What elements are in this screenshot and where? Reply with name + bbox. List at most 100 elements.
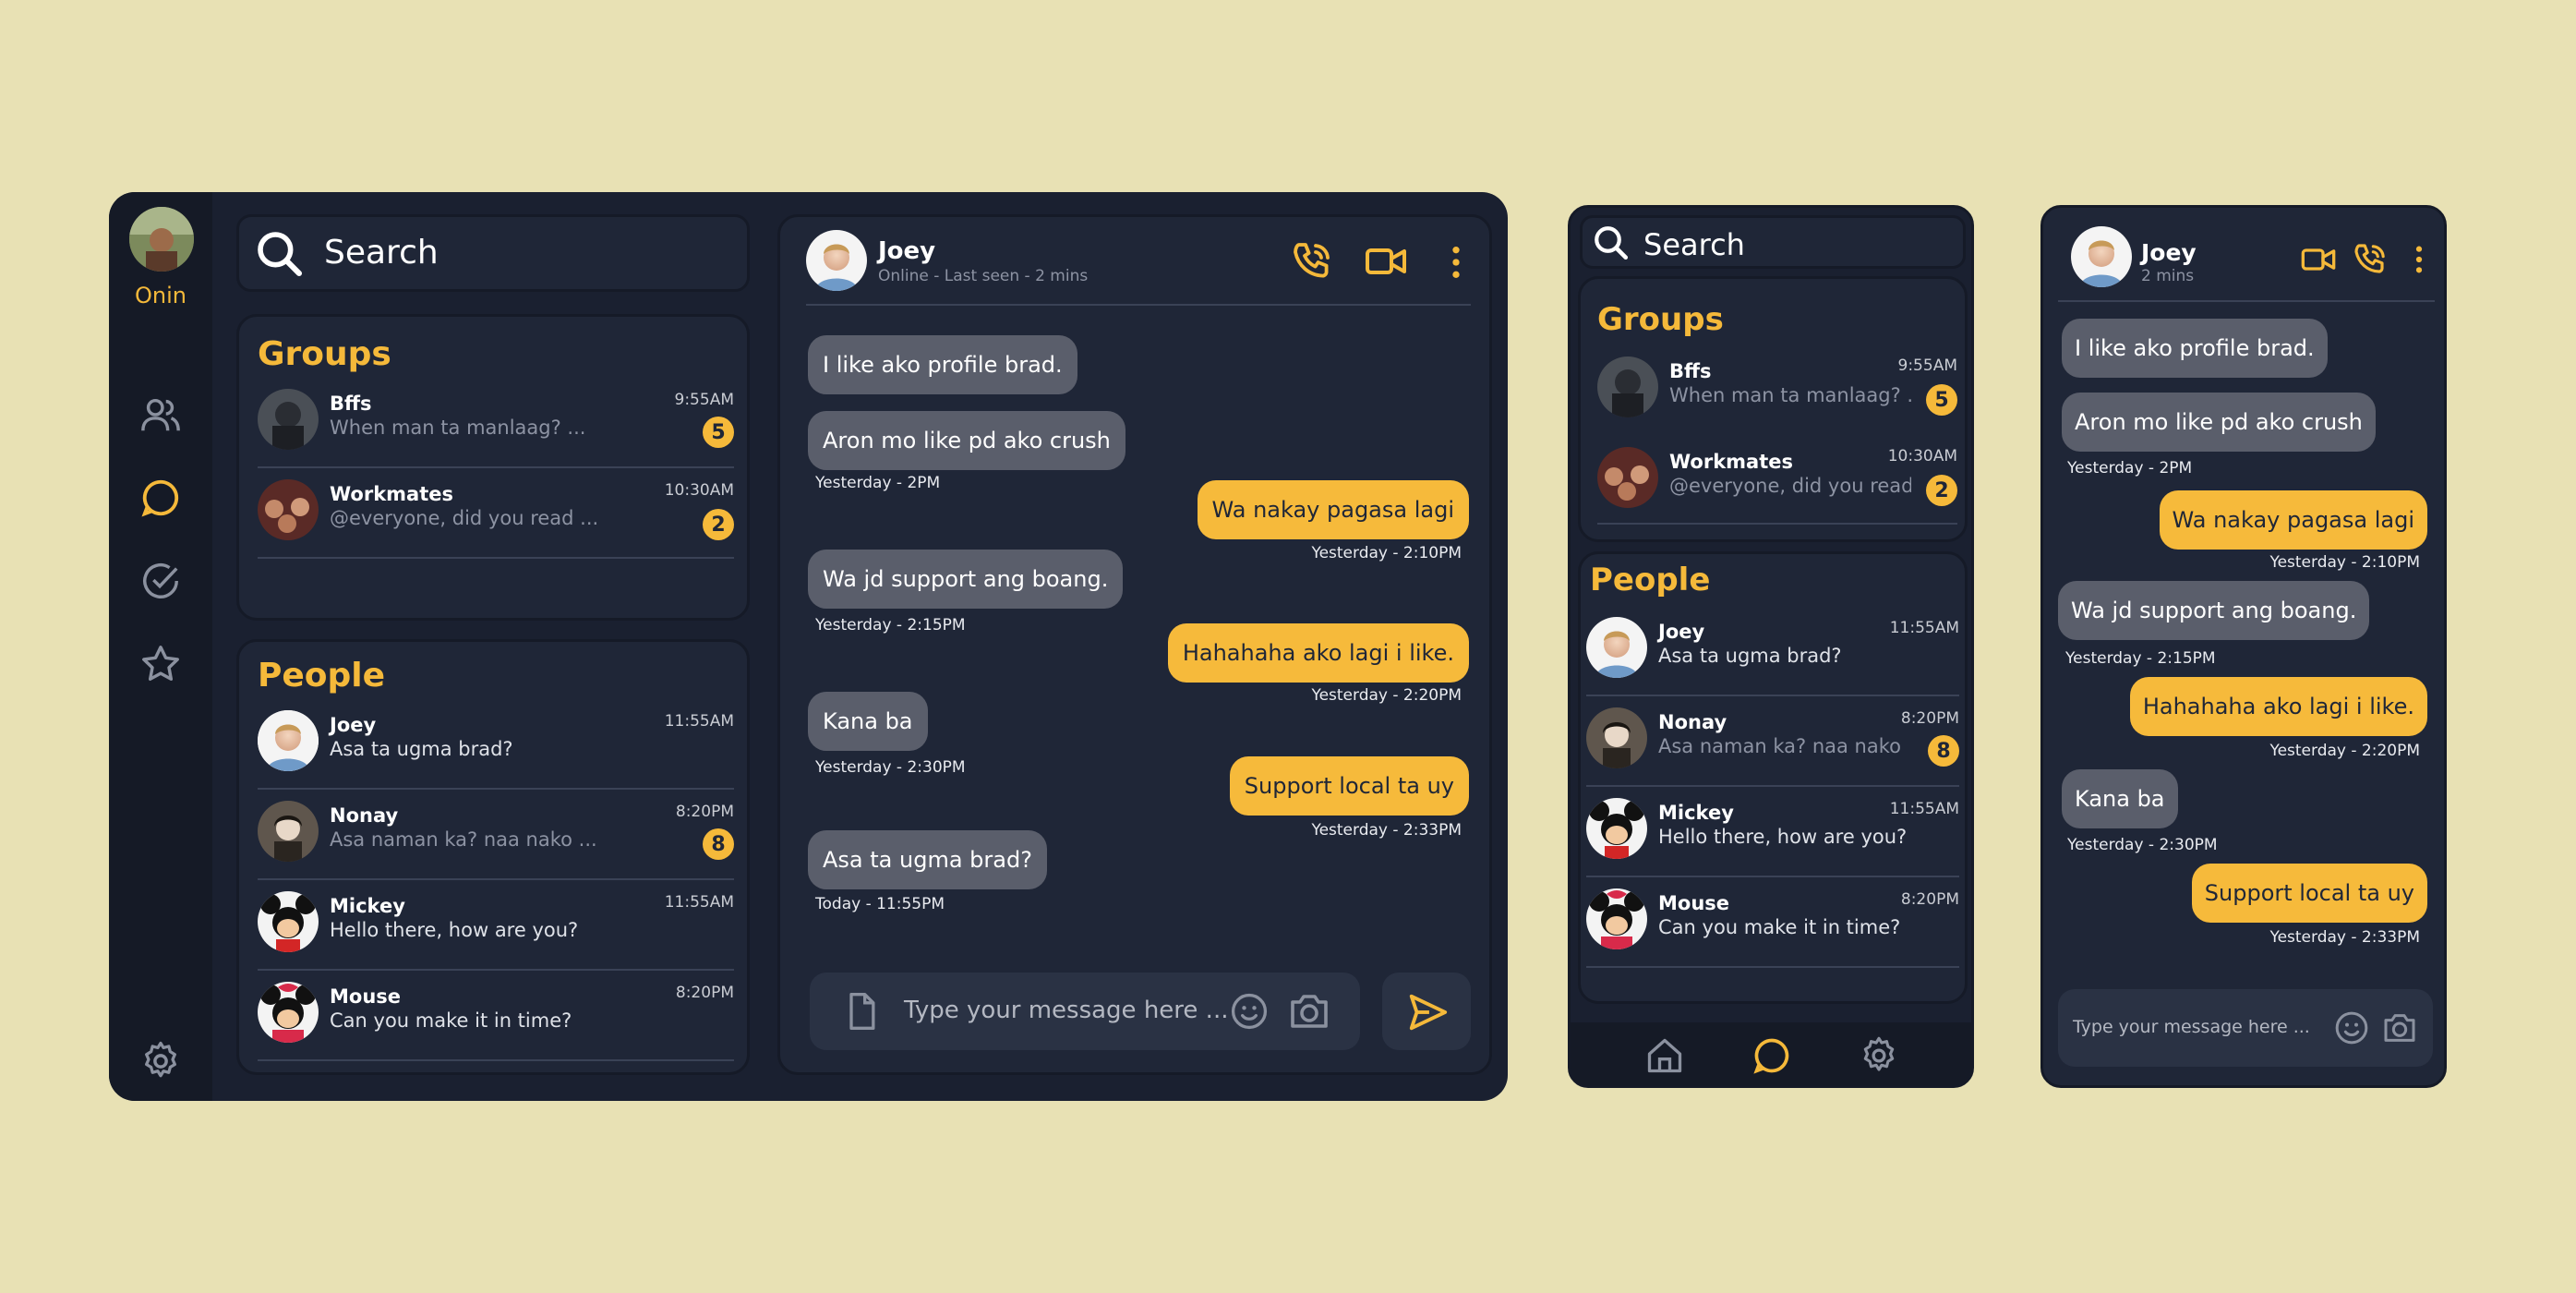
message-time: 9:55AM — [1897, 356, 1957, 375]
message-time: 10:30AM — [664, 481, 734, 500]
groups-panel: Groups Bffs When man ta manlaag? ... 9:5… — [236, 314, 750, 621]
chat-panel: Joey Online - Last seen - 2 mins I like … — [777, 214, 1492, 1075]
message-bubble: Aron mo like pd ako crush — [2062, 393, 2376, 452]
avatar — [1586, 617, 1647, 678]
contact-avatar[interactable] — [806, 230, 867, 291]
contact-name: Nonay — [330, 804, 399, 827]
check-circle-icon[interactable] — [139, 560, 182, 602]
user-avatar[interactable] — [129, 207, 194, 272]
list-item[interactable]: Bffs When man ta manlaag? ... 9:55AM 5 — [258, 389, 734, 474]
avatar — [258, 479, 319, 540]
divider — [1586, 876, 1959, 877]
avatar — [1597, 356, 1658, 417]
divider — [1586, 695, 1959, 696]
avatar — [258, 891, 319, 952]
search-bar[interactable]: Search — [1580, 215, 1966, 269]
avatar — [258, 389, 319, 450]
message-preview: @everyone, did you read ... — [330, 507, 599, 529]
avatar — [258, 801, 319, 862]
contact-name: Nonay — [1658, 711, 1727, 733]
more-icon[interactable] — [1438, 243, 1475, 282]
gear-icon[interactable] — [139, 1040, 182, 1082]
star-icon[interactable] — [139, 643, 182, 685]
message-time: 10:30AM — [1887, 447, 1957, 465]
chat-icon[interactable] — [1751, 1035, 1792, 1076]
people-panel: People Joey Asa ta ugma brad? 11:55AM No… — [1578, 551, 1968, 1004]
contact-name: Mickey — [330, 895, 405, 917]
emoji-icon[interactable] — [2333, 1009, 2370, 1046]
unread-badge: 2 — [1926, 475, 1957, 506]
list-item[interactable]: Mickey Hello there, how are you? 11:55AM — [258, 891, 734, 976]
message-timestamp: Yesterday - 2:33PM — [2269, 928, 2420, 947]
message-bubble: Aron mo like pd ako crush — [808, 411, 1125, 470]
list-item[interactable]: Workmates @everyone, did you read ... 10… — [1597, 447, 1957, 532]
people-icon[interactable] — [139, 393, 182, 436]
list-item[interactable]: Nonay Asa naman ka? naa nako ... 8:20PM … — [258, 801, 734, 886]
bottom-nav — [1571, 1022, 1971, 1085]
avatar-image — [129, 207, 194, 272]
message-bubble: Wa nakay pagasa lagi — [1197, 480, 1469, 539]
list-item[interactable]: Mouse Can you make it in time? 8:20PM — [258, 982, 734, 1067]
contact-name: Workmates — [1669, 451, 1793, 473]
message-time: 11:55AM — [1889, 619, 1959, 637]
message-time: 11:55AM — [664, 712, 734, 731]
groups-title: Groups — [1597, 301, 1724, 338]
list-item[interactable]: Joey Asa ta ugma brad? 11:55AM — [258, 710, 734, 795]
message-preview: Can you make it in time? — [330, 1009, 572, 1032]
avatar — [1586, 798, 1647, 859]
camera-icon[interactable] — [1286, 989, 1332, 1033]
list-item[interactable]: Bffs When man ta manlaag? ... 9:55AM 5 — [1597, 356, 1957, 441]
message-timestamp: Today - 11:55PM — [815, 895, 945, 913]
search-input[interactable]: Search — [1643, 227, 1745, 262]
message-time: 11:55AM — [664, 893, 734, 912]
nav-rail: Onin — [109, 192, 212, 1101]
message-input[interactable]: Type your message here ... — [904, 997, 1228, 1024]
divider — [258, 557, 734, 559]
phone-icon[interactable] — [1290, 239, 1334, 284]
message-timestamp: Yesterday - 2:15PM — [2065, 649, 2216, 668]
message-bubble: I like ako profile brad. — [808, 335, 1077, 394]
list-item[interactable]: Nonay Asa naman ka? naa nako ... 8:20PM … — [1586, 707, 1959, 792]
divider — [258, 878, 734, 880]
contact-avatar[interactable] — [2071, 226, 2132, 287]
contact-name: Bffs — [1669, 360, 1712, 382]
search-icon — [254, 228, 306, 280]
camera-icon[interactable] — [2379, 1009, 2420, 1046]
search-bar[interactable]: Search — [236, 214, 750, 292]
avatar — [1586, 888, 1647, 949]
list-item[interactable]: Mouse Can you make it in time? 8:20PM — [1586, 888, 1959, 973]
message-preview: When man ta manlaag? ... — [330, 417, 586, 439]
message-timestamp: Yesterday - 2:15PM — [815, 616, 966, 634]
contact-name: Joey — [330, 714, 377, 736]
phone-icon[interactable] — [2352, 241, 2389, 278]
send-button[interactable] — [1382, 973, 1471, 1050]
video-icon[interactable] — [1362, 239, 1410, 284]
divider — [1586, 785, 1959, 787]
message-timestamp: Yesterday - 2PM — [815, 474, 941, 492]
divider — [258, 969, 734, 971]
contact-name: Mouse — [330, 985, 402, 1008]
message-composer: Type your message here ... — [2058, 989, 2433, 1067]
contact-name: Bffs — [330, 393, 372, 415]
user-name: Onin — [135, 283, 187, 308]
list-item[interactable]: Workmates @everyone, did you read ... 10… — [258, 479, 734, 564]
list-item[interactable]: Joey Asa ta ugma brad? 11:55AM — [1586, 617, 1959, 702]
file-icon[interactable] — [841, 991, 882, 1032]
home-icon[interactable] — [1644, 1035, 1685, 1076]
message-input[interactable]: Type your message here ... — [2073, 1017, 2310, 1037]
more-icon[interactable] — [2403, 243, 2435, 276]
mobile-chat-window: Joey 2 mins I like ako profile brad. Aro… — [2040, 205, 2447, 1088]
emoji-icon[interactable] — [1229, 991, 1270, 1032]
message-bubble: Support local ta uy — [2191, 864, 2427, 923]
contact-name: Workmates — [330, 483, 453, 505]
search-input[interactable]: Search — [324, 234, 439, 272]
message-bubble: Asa ta ugma brad? — [808, 830, 1047, 889]
message-time: 8:20PM — [1900, 709, 1959, 728]
message-time: 8:20PM — [675, 803, 734, 821]
gear-icon[interactable] — [1859, 1035, 1899, 1076]
chat-icon[interactable] — [139, 477, 182, 519]
message-preview: Hello there, how are you? — [1658, 826, 1908, 848]
list-item[interactable]: Mickey Hello there, how are you? 11:55AM — [1586, 798, 1959, 883]
video-icon[interactable] — [2298, 241, 2339, 278]
chat-header-divider — [2058, 300, 2435, 302]
